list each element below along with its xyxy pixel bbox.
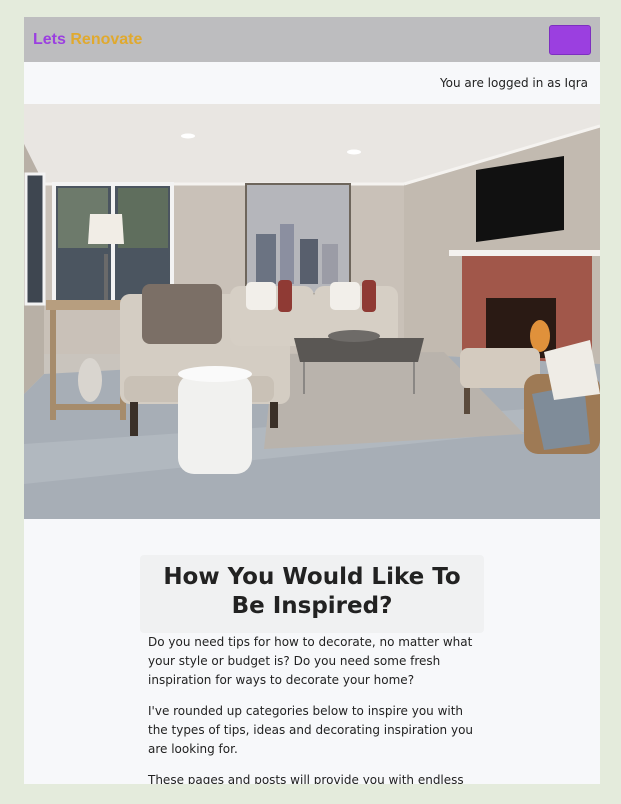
brand-logo[interactable]: Lets Renovate <box>33 31 142 49</box>
paragraph-1: Do you need tips for how to decorate, no… <box>148 635 473 687</box>
brand-renovate: Renovate <box>70 30 143 48</box>
login-status-text: You are logged in as Iqra <box>439 76 588 90</box>
navbar-toggle-button[interactable] <box>549 24 591 55</box>
inspiration-section: How You Would Like To Be Inspired? Do yo… <box>140 555 484 784</box>
inspiration-body: Do you need tips for how to decorate, no… <box>140 633 484 784</box>
navbar: Lets Renovate <box>24 17 600 62</box>
paragraph-2: I've rounded up categories below to insp… <box>148 704 474 756</box>
login-status-bar: You are logged in as Iqra <box>24 62 600 104</box>
inspiration-heading: How You Would Like To Be Inspired? <box>163 564 461 619</box>
living-room-illustration <box>24 104 600 519</box>
brand-lets: Lets <box>33 30 66 48</box>
hero-image <box>24 104 600 519</box>
paragraph-3: These pages and posts will provide you w… <box>148 773 464 784</box>
page-container: Lets Renovate You are logged in as Iqra <box>24 17 600 784</box>
inspiration-heading-box: How You Would Like To Be Inspired? <box>140 555 484 633</box>
